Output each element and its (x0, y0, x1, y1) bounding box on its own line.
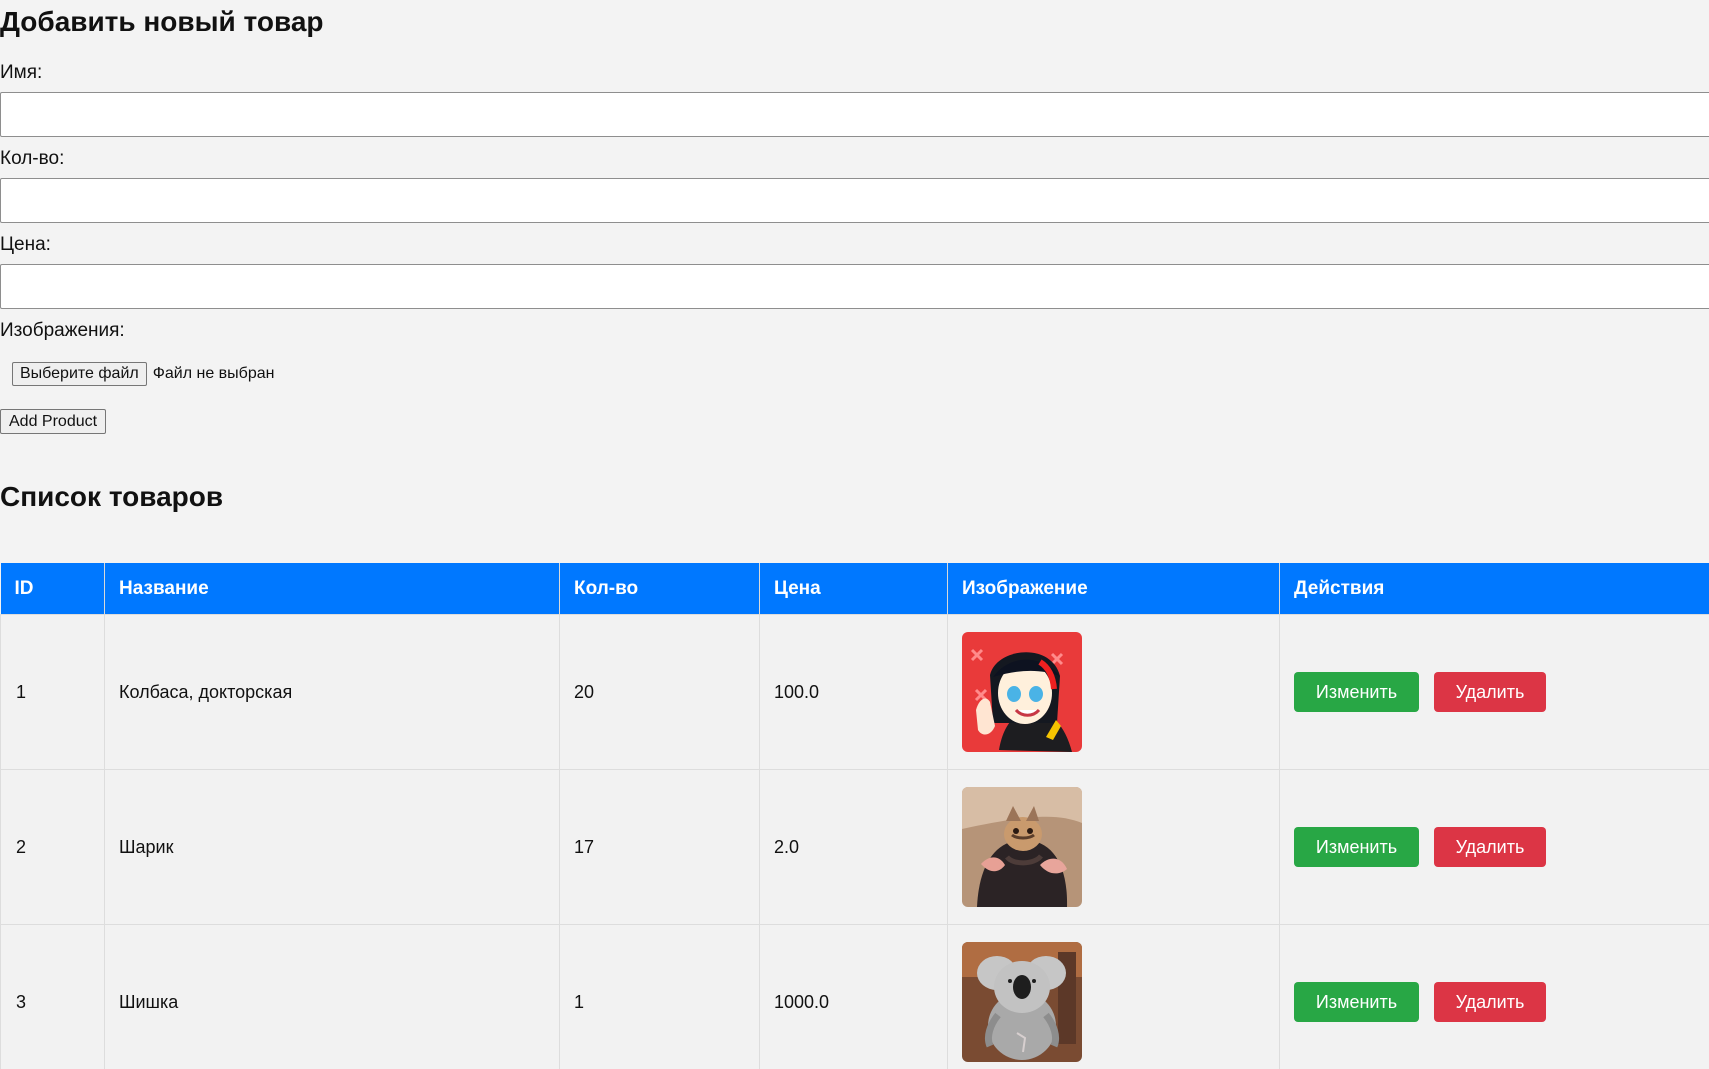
product-id: 1 (0, 614, 105, 770)
name-label: Имя: (0, 62, 43, 83)
product-list-title: Список товаров (0, 481, 224, 512)
product-price: 100.0 (759, 614, 948, 770)
header-price: Цена (759, 563, 948, 615)
product-quantity: 17 (559, 769, 760, 925)
header-actions: Действия (1279, 563, 1709, 615)
header-quantity: Кол-во (559, 563, 760, 615)
choose-file-button[interactable]: Выберите файл (12, 362, 147, 386)
koala-plush-photo-icon (962, 942, 1082, 1062)
kitten-photo-icon (962, 787, 1082, 907)
product-quantity: 1 (559, 924, 760, 1069)
product-price: 1000.0 (759, 924, 948, 1069)
product-actions: Изменить Удалить (1279, 769, 1709, 925)
product-id: 3 (0, 924, 105, 1069)
table-row: 3 Шишка 1 1000.0 Изменить Удалить (0, 924, 1709, 1069)
edit-button[interactable]: Изменить (1294, 672, 1419, 712)
header-id: ID (0, 563, 105, 615)
quantity-label: Кол-во: (0, 148, 65, 169)
action-buttons: Изменить Удалить (1294, 982, 1706, 1022)
price-label: Цена: (0, 234, 51, 255)
add-product-title: Добавить новый товар (0, 6, 324, 37)
product-name: Шарик (104, 769, 560, 925)
table-row: 2 Шарик 17 2.0 Изменить Удалить (0, 769, 1709, 925)
product-quantity: 20 (559, 614, 760, 770)
product-actions: Изменить Удалить (1279, 924, 1709, 1069)
product-image-cell (947, 924, 1280, 1069)
product-name: Колбаса, докторская (104, 614, 560, 770)
product-price: 2.0 (759, 769, 948, 925)
delete-button[interactable]: Удалить (1434, 827, 1546, 867)
product-id: 2 (0, 769, 105, 925)
anime-character-photo-icon (962, 632, 1082, 752)
delete-button[interactable]: Удалить (1434, 982, 1546, 1022)
delete-button[interactable]: Удалить (1434, 672, 1546, 712)
product-image-cell (947, 614, 1280, 770)
header-name: Название (104, 563, 560, 615)
images-label: Изображения: (0, 320, 125, 341)
name-input[interactable] (0, 92, 1709, 137)
product-actions: Изменить Удалить (1279, 614, 1709, 770)
edit-button[interactable]: Изменить (1294, 982, 1419, 1022)
price-input[interactable] (0, 264, 1709, 309)
product-name: Шишка (104, 924, 560, 1069)
header-image: Изображение (947, 563, 1280, 615)
add-product-button[interactable]: Add Product (0, 409, 107, 434)
product-image-cell (947, 769, 1280, 925)
file-picker: Выберите файл Файл не выбран (12, 362, 274, 386)
action-buttons: Изменить Удалить (1294, 827, 1706, 867)
table-header-row: ID Название Кол-во Цена Изображение Дейс… (0, 563, 1709, 615)
table-row: 1 Колбаса, докторская 20 100.0 Изменить … (0, 614, 1709, 770)
file-status: Файл не выбран (152, 365, 275, 382)
action-buttons: Изменить Удалить (1294, 672, 1706, 712)
product-admin-page: Добавить новый товар Имя: Кол-во: Цена: … (0, 0, 1709, 1069)
quantity-input[interactable] (0, 178, 1709, 223)
products-table: ID Название Кол-во Цена Изображение Дейс… (0, 563, 1709, 1069)
edit-button[interactable]: Изменить (1294, 827, 1419, 867)
